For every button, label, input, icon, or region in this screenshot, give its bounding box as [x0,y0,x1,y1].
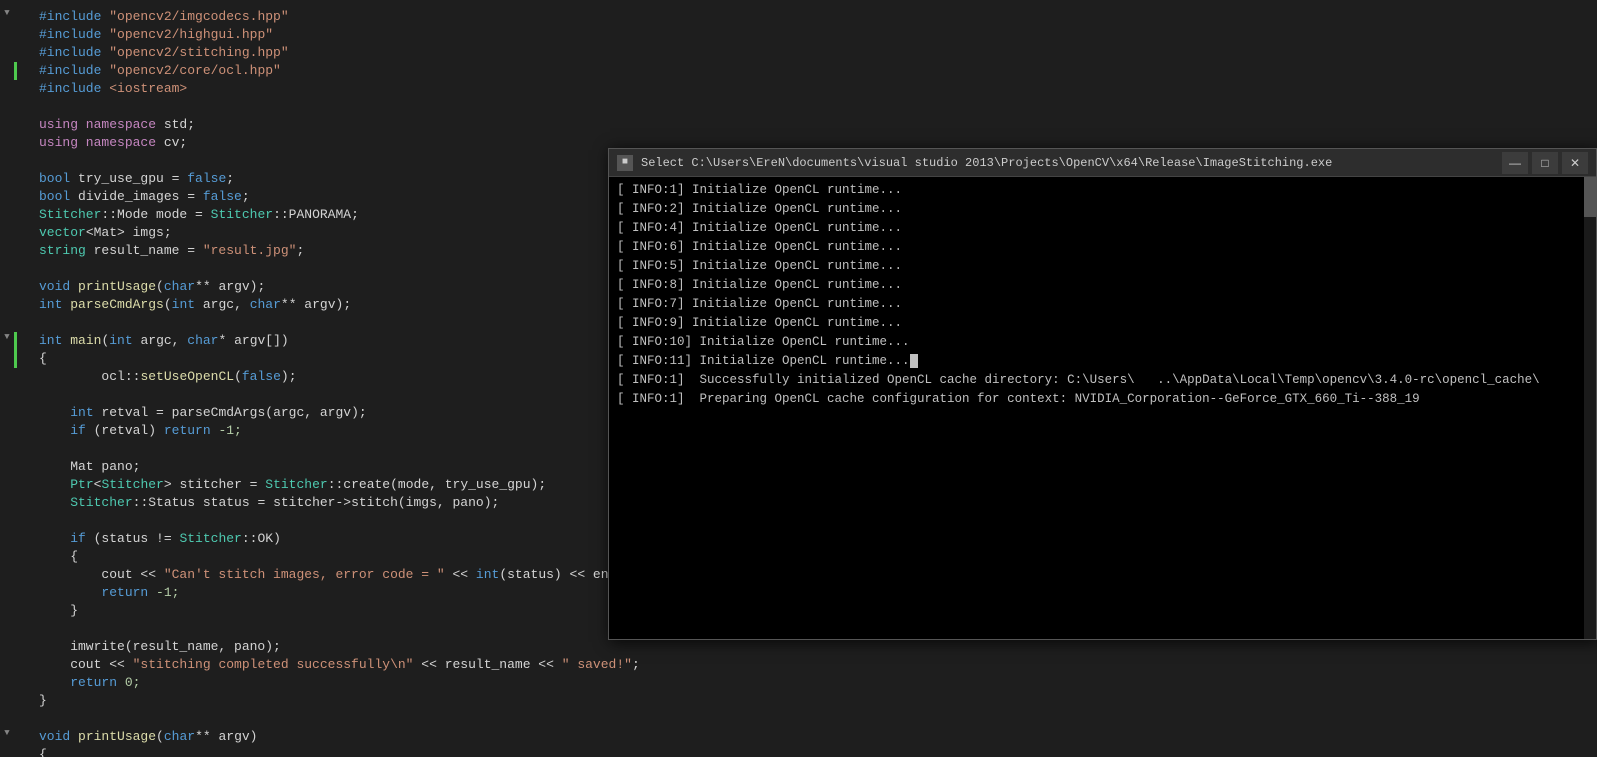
terminal-line: [ INFO:9] Initialize OpenCL runtime... [617,314,1588,333]
line-bar [14,350,17,368]
fold-icon[interactable]: ▼ [4,332,9,342]
code-content: } [19,692,47,710]
code-content: if (status != Stitcher::OK) [19,530,281,548]
code-line: } [0,692,1597,710]
code-content: vector<Mat> imgs; [19,224,172,242]
terminal-line: [ INFO:11] Initialize OpenCL runtime... [617,352,1588,371]
terminal-line: [ INFO:5] Initialize OpenCL runtime... [617,257,1588,276]
code-content: #include "opencv2/imgcodecs.hpp" [19,8,289,26]
code-content: return 0; [19,674,140,692]
terminal-line: [ INFO:1] Preparing OpenCL cache configu… [617,390,1588,409]
code-line: { [0,746,1597,757]
code-line: #include "opencv2/stitching.hpp" [0,44,1597,62]
code-content: #include <iostream> [19,80,187,98]
code-content: cout << "stitching completed successfull… [19,656,640,674]
code-content: using namespace std; [19,116,195,134]
code-content: { [19,746,47,757]
code-content: void printUsage(char** argv) [19,728,257,746]
code-line: #include "opencv2/core/ocl.hpp" [0,62,1597,80]
code-line: ▼ void printUsage(char** argv) [0,728,1597,746]
code-line [0,710,1597,728]
fold-icon[interactable]: ▼ [4,8,9,18]
terminal-output: [ INFO:1] Initialize OpenCL runtime...[ … [617,181,1588,409]
maximize-button[interactable]: □ [1532,152,1558,174]
code-content: ocl::setUseOpenCL(false); [19,368,297,386]
terminal-line: [ INFO:7] Initialize OpenCL runtime... [617,295,1588,314]
terminal-window[interactable]: ■ Select C:\Users\EreN\documents\visual … [608,148,1597,640]
code-line: #include <iostream> [0,80,1597,98]
code-line: ▼ #include "opencv2/imgcodecs.hpp" [0,8,1597,26]
code-content: bool divide_images = false; [19,188,250,206]
code-content: int main(int argc, char* argv[]) [19,332,289,350]
terminal-icon: ■ [617,155,633,171]
code-content: #include "opencv2/stitching.hpp" [19,44,289,62]
terminal-titlebar: ■ Select C:\Users\EreN\documents\visual … [609,149,1596,177]
terminal-line: [ INFO:1] Initialize OpenCL runtime... [617,181,1588,200]
code-content: bool try_use_gpu = false; [19,170,234,188]
line-bar [14,332,17,350]
code-content: if (retval) return -1; [19,422,242,440]
code-content: #include "opencv2/highgui.hpp" [19,26,273,44]
code-content: Ptr<Stitcher> stitcher = Stitcher::creat… [19,476,546,494]
terminal-line: [ INFO:4] Initialize OpenCL runtime... [617,219,1588,238]
code-content: } [19,602,78,620]
code-line: #include "opencv2/highgui.hpp" [0,26,1597,44]
code-content: { [19,350,47,368]
code-line: cout << "stitching completed successfull… [0,656,1597,674]
terminal-body: [ INFO:1] Initialize OpenCL runtime...[ … [609,177,1596,639]
code-line: using namespace std; [0,116,1597,134]
code-content: string result_name = "result.jpg"; [19,242,304,260]
minimize-button[interactable]: — [1502,152,1528,174]
code-content: void printUsage(char** argv); [19,278,265,296]
terminal-scrollbar-thumb[interactable] [1584,177,1596,217]
code-content: int parseCmdArgs(int argc, char** argv); [19,296,351,314]
fold-icon[interactable]: ▼ [4,728,9,738]
line-gutter: ▼ [0,8,14,18]
code-content: #include "opencv2/core/ocl.hpp" [19,62,281,80]
code-content: int retval = parseCmdArgs(argc, argv); [19,404,367,422]
code-content: Stitcher::Mode mode = Stitcher::PANORAMA… [19,206,359,224]
terminal-line: [ INFO:8] Initialize OpenCL runtime... [617,276,1588,295]
terminal-line: [ INFO:10] Initialize OpenCL runtime... [617,333,1588,352]
code-content: cout << "Can't stitch images, error code… [19,566,632,584]
terminal-cursor [910,354,918,368]
terminal-title: Select C:\Users\EreN\documents\visual st… [641,156,1502,170]
terminal-line: [ INFO:2] Initialize OpenCL runtime... [617,200,1588,219]
line-gutter: ▼ [0,728,14,738]
terminal-line: [ INFO:1] Successfully initialized OpenC… [617,371,1588,390]
code-content: return -1; [19,584,179,602]
close-button[interactable]: ✕ [1562,152,1588,174]
code-line: imwrite(result_name, pano); [0,638,1597,656]
code-content: { [19,548,78,566]
terminal-line: [ INFO:6] Initialize OpenCL runtime... [617,238,1588,257]
line-gutter: ▼ [0,332,14,342]
code-line: return 0; [0,674,1597,692]
code-content: Mat pano; [19,458,140,476]
code-content: using namespace cv; [19,134,187,152]
line-bar [14,62,17,80]
terminal-scrollbar[interactable] [1584,177,1596,639]
code-content: imwrite(result_name, pano); [19,638,281,656]
code-line [0,98,1597,116]
code-content: Stitcher::Status status = stitcher->stit… [19,494,499,512]
terminal-controls[interactable]: — □ ✕ [1502,152,1588,174]
